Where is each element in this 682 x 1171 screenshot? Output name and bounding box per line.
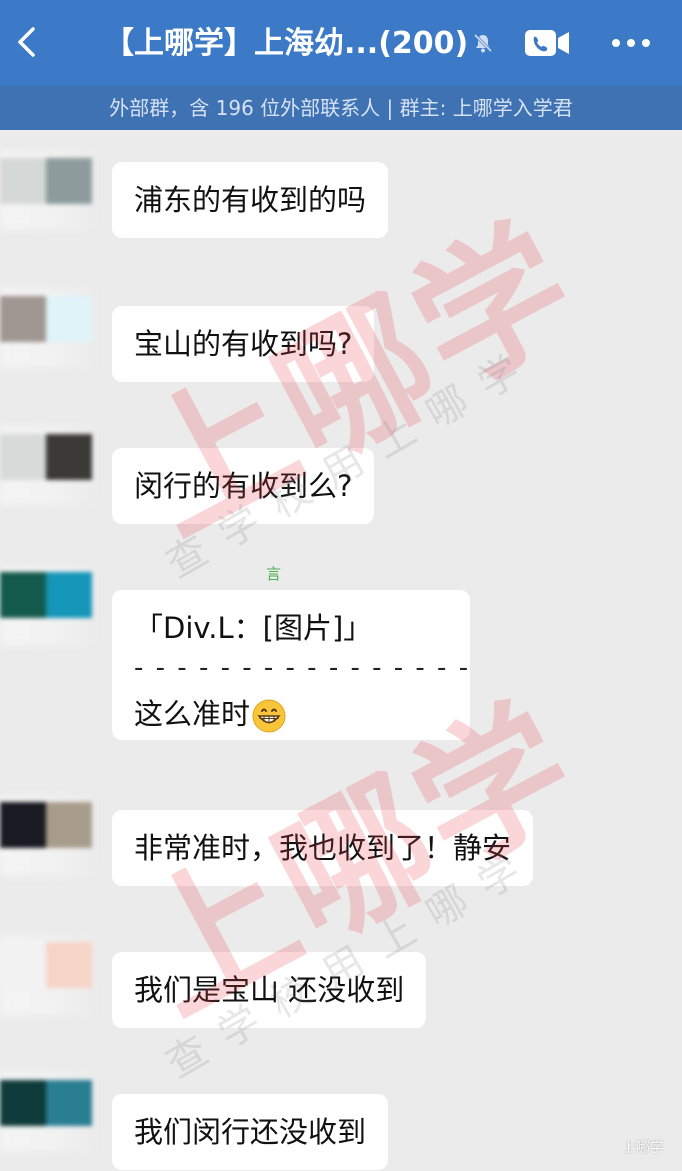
avatar[interactable] [0, 434, 92, 480]
video-call-button[interactable] [524, 28, 570, 58]
avatar[interactable] [0, 158, 92, 204]
avatar[interactable] [0, 802, 92, 848]
corner-watermark: 上哪学 [622, 1140, 664, 1156]
message-text: 我们闵行还没收到 [134, 1115, 367, 1149]
message-text: 闵行的有收到么? [134, 469, 353, 503]
message-bubble[interactable]: 浦东的有收到的吗 [112, 162, 389, 238]
chat-title: 【上哪学】上海幼...(200) [104, 26, 469, 61]
quote-divider: - - - - - - - - - - - - - - - - [134, 653, 471, 683]
back-button[interactable] [8, 20, 44, 64]
avatar[interactable] [0, 1080, 92, 1126]
chevron-left-icon [18, 27, 35, 57]
video-call-icon [525, 30, 569, 56]
more-button[interactable] [604, 26, 658, 60]
message-bubble[interactable]: 我们是宝山 还没收到 [112, 952, 427, 1028]
bell-off-icon [473, 33, 493, 53]
avatar[interactable] [0, 942, 92, 988]
message-bubble[interactable]: 非常准时，我也收到了！静安 [112, 810, 534, 886]
message-bubble[interactable]: 我们闵行还没收到 [112, 1094, 389, 1170]
more-dots-icon [612, 39, 650, 47]
quoted-message[interactable]: 「Div.L：[图片]」 [134, 608, 448, 648]
message-text: 我们是宝山 还没收到 [134, 973, 405, 1007]
message-text: 非常准时，我也收到了！静安 [134, 831, 512, 865]
chat-header: 【上哪学】上海幼...(200) [0, 0, 682, 86]
faint-label: 言 [266, 565, 282, 583]
message-bubble[interactable]: 宝山的有收到吗? [112, 306, 375, 382]
message-text: 这么准时 [134, 697, 251, 731]
message-text: 浦东的有收到的吗 [134, 183, 367, 217]
message-bubble[interactable]: 闵行的有收到么? [112, 448, 375, 524]
message-bubble[interactable]: 「Div.L：[图片]」 - - - - - - - - - - - - - -… [112, 590, 470, 740]
message-text: 宝山的有收到吗? [134, 327, 353, 361]
avatar[interactable] [0, 572, 92, 618]
avatar[interactable] [0, 296, 92, 342]
grinning-face-emoji [252, 699, 286, 733]
group-info-bar[interactable]: 外部群，含 196 位外部联系人 | 群主: 上哪学入学君 [0, 86, 682, 130]
